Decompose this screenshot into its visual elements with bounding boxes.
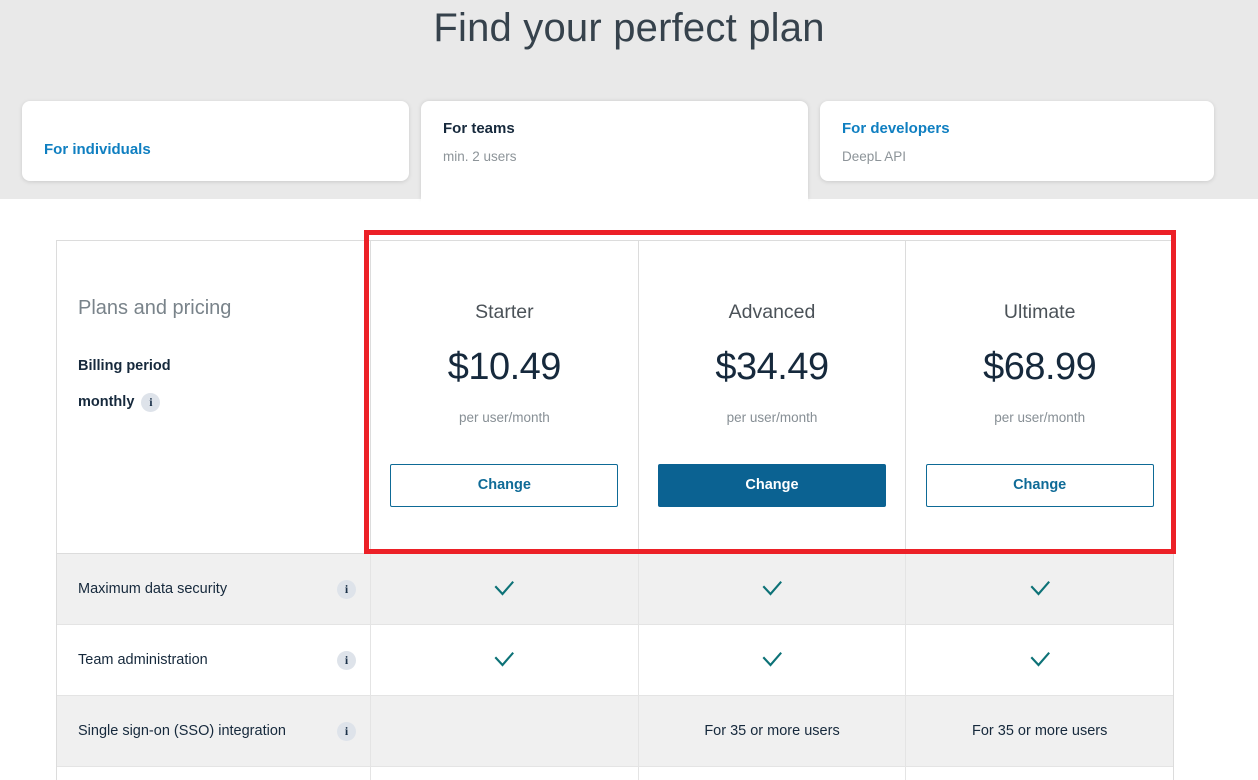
feature-row-partial (57, 767, 1173, 780)
billing-period-value-group: monthly i (78, 392, 370, 412)
check-icon (1027, 576, 1053, 602)
plan-meta-column: Plans and pricing Billing period monthly… (57, 241, 370, 553)
pricing-page: Find your perfect plan For individuals F… (0, 0, 1258, 780)
feature-value-starter (370, 696, 638, 766)
plan-name-advanced: Advanced (639, 299, 906, 325)
page-title: Find your perfect plan (0, 6, 1258, 51)
plan-price-starter: $10.49 (371, 345, 638, 389)
change-button-advanced[interactable]: Change (658, 464, 886, 507)
billing-period-value: monthly (78, 392, 134, 412)
check-icon (491, 647, 517, 673)
feature-label-cell (57, 767, 370, 780)
plan-name-ultimate: Ultimate (906, 299, 1173, 325)
feature-label: Team administration (78, 650, 208, 670)
tab-for-teams-sublabel: min. 2 users (443, 149, 808, 165)
feature-value-starter (370, 625, 638, 695)
plan-price-advanced: $34.49 (639, 345, 906, 389)
plan-comparison-table: Plans and pricing Billing period monthly… (56, 240, 1174, 780)
plan-column-ultimate: Ultimate $68.99 per user/month Change (905, 241, 1173, 553)
change-button-starter[interactable]: Change (390, 464, 618, 507)
check-icon (759, 647, 785, 673)
plan-unit-starter: per user/month (371, 409, 638, 427)
feature-label-cell: Team administration i (57, 625, 370, 695)
tab-for-teams[interactable]: For teams min. 2 users (421, 101, 808, 199)
feature-row-sso-integration: Single sign-on (SSO) integration i For 3… (57, 696, 1173, 767)
feature-value-advanced (638, 625, 906, 695)
plan-price-ultimate: $68.99 (906, 345, 1173, 389)
tab-for-developers-label: For developers (842, 119, 1214, 139)
pricing-header-row: Plans and pricing Billing period monthly… (57, 241, 1173, 554)
feature-value-ultimate (905, 767, 1173, 780)
plan-audience-tabs: For individuals For teams min. 2 users F… (22, 101, 1214, 199)
feature-value-starter (370, 554, 638, 624)
tab-for-developers[interactable]: For developers DeepL API (820, 101, 1214, 181)
feature-row-maximum-data-security: Maximum data security i (57, 554, 1173, 625)
info-icon-billing-period[interactable]: i (141, 393, 160, 412)
feature-value-advanced (638, 767, 906, 780)
tab-for-teams-label: For teams (443, 119, 808, 139)
feature-value-starter (370, 767, 638, 780)
plans-and-pricing-title: Plans and pricing (78, 295, 370, 321)
change-button-ultimate[interactable]: Change (926, 464, 1154, 507)
check-icon (491, 576, 517, 602)
feature-row-team-administration: Team administration i (57, 625, 1173, 696)
info-icon-sso-integration[interactable]: i (337, 722, 356, 741)
feature-value-advanced: For 35 or more users (638, 696, 906, 766)
tab-for-individuals[interactable]: For individuals (22, 101, 409, 181)
feature-value-ultimate: For 35 or more users (905, 696, 1173, 766)
feature-label-cell: Single sign-on (SSO) integration i (57, 696, 370, 766)
plan-unit-ultimate: per user/month (906, 409, 1173, 427)
feature-value-ultimate (905, 625, 1173, 695)
feature-value-advanced (638, 554, 906, 624)
feature-value-ultimate (905, 554, 1173, 624)
tab-for-developers-sublabel: DeepL API (842, 149, 1214, 165)
check-icon (759, 576, 785, 602)
feature-label: Single sign-on (SSO) integration (78, 721, 286, 741)
plan-unit-advanced: per user/month (639, 409, 906, 427)
plan-column-advanced: Advanced $34.49 per user/month Change (638, 241, 906, 553)
info-icon-team-administration[interactable]: i (337, 651, 356, 670)
billing-period-label: Billing period (78, 356, 370, 376)
feature-label-cell: Maximum data security i (57, 554, 370, 624)
info-icon-maximum-data-security[interactable]: i (337, 580, 356, 599)
plan-name-starter: Starter (371, 299, 638, 325)
feature-label: Maximum data security (78, 579, 227, 599)
plan-column-starter: Starter $10.49 per user/month Change (370, 241, 638, 553)
check-icon (1027, 647, 1053, 673)
tab-for-individuals-label: For individuals (44, 119, 409, 160)
